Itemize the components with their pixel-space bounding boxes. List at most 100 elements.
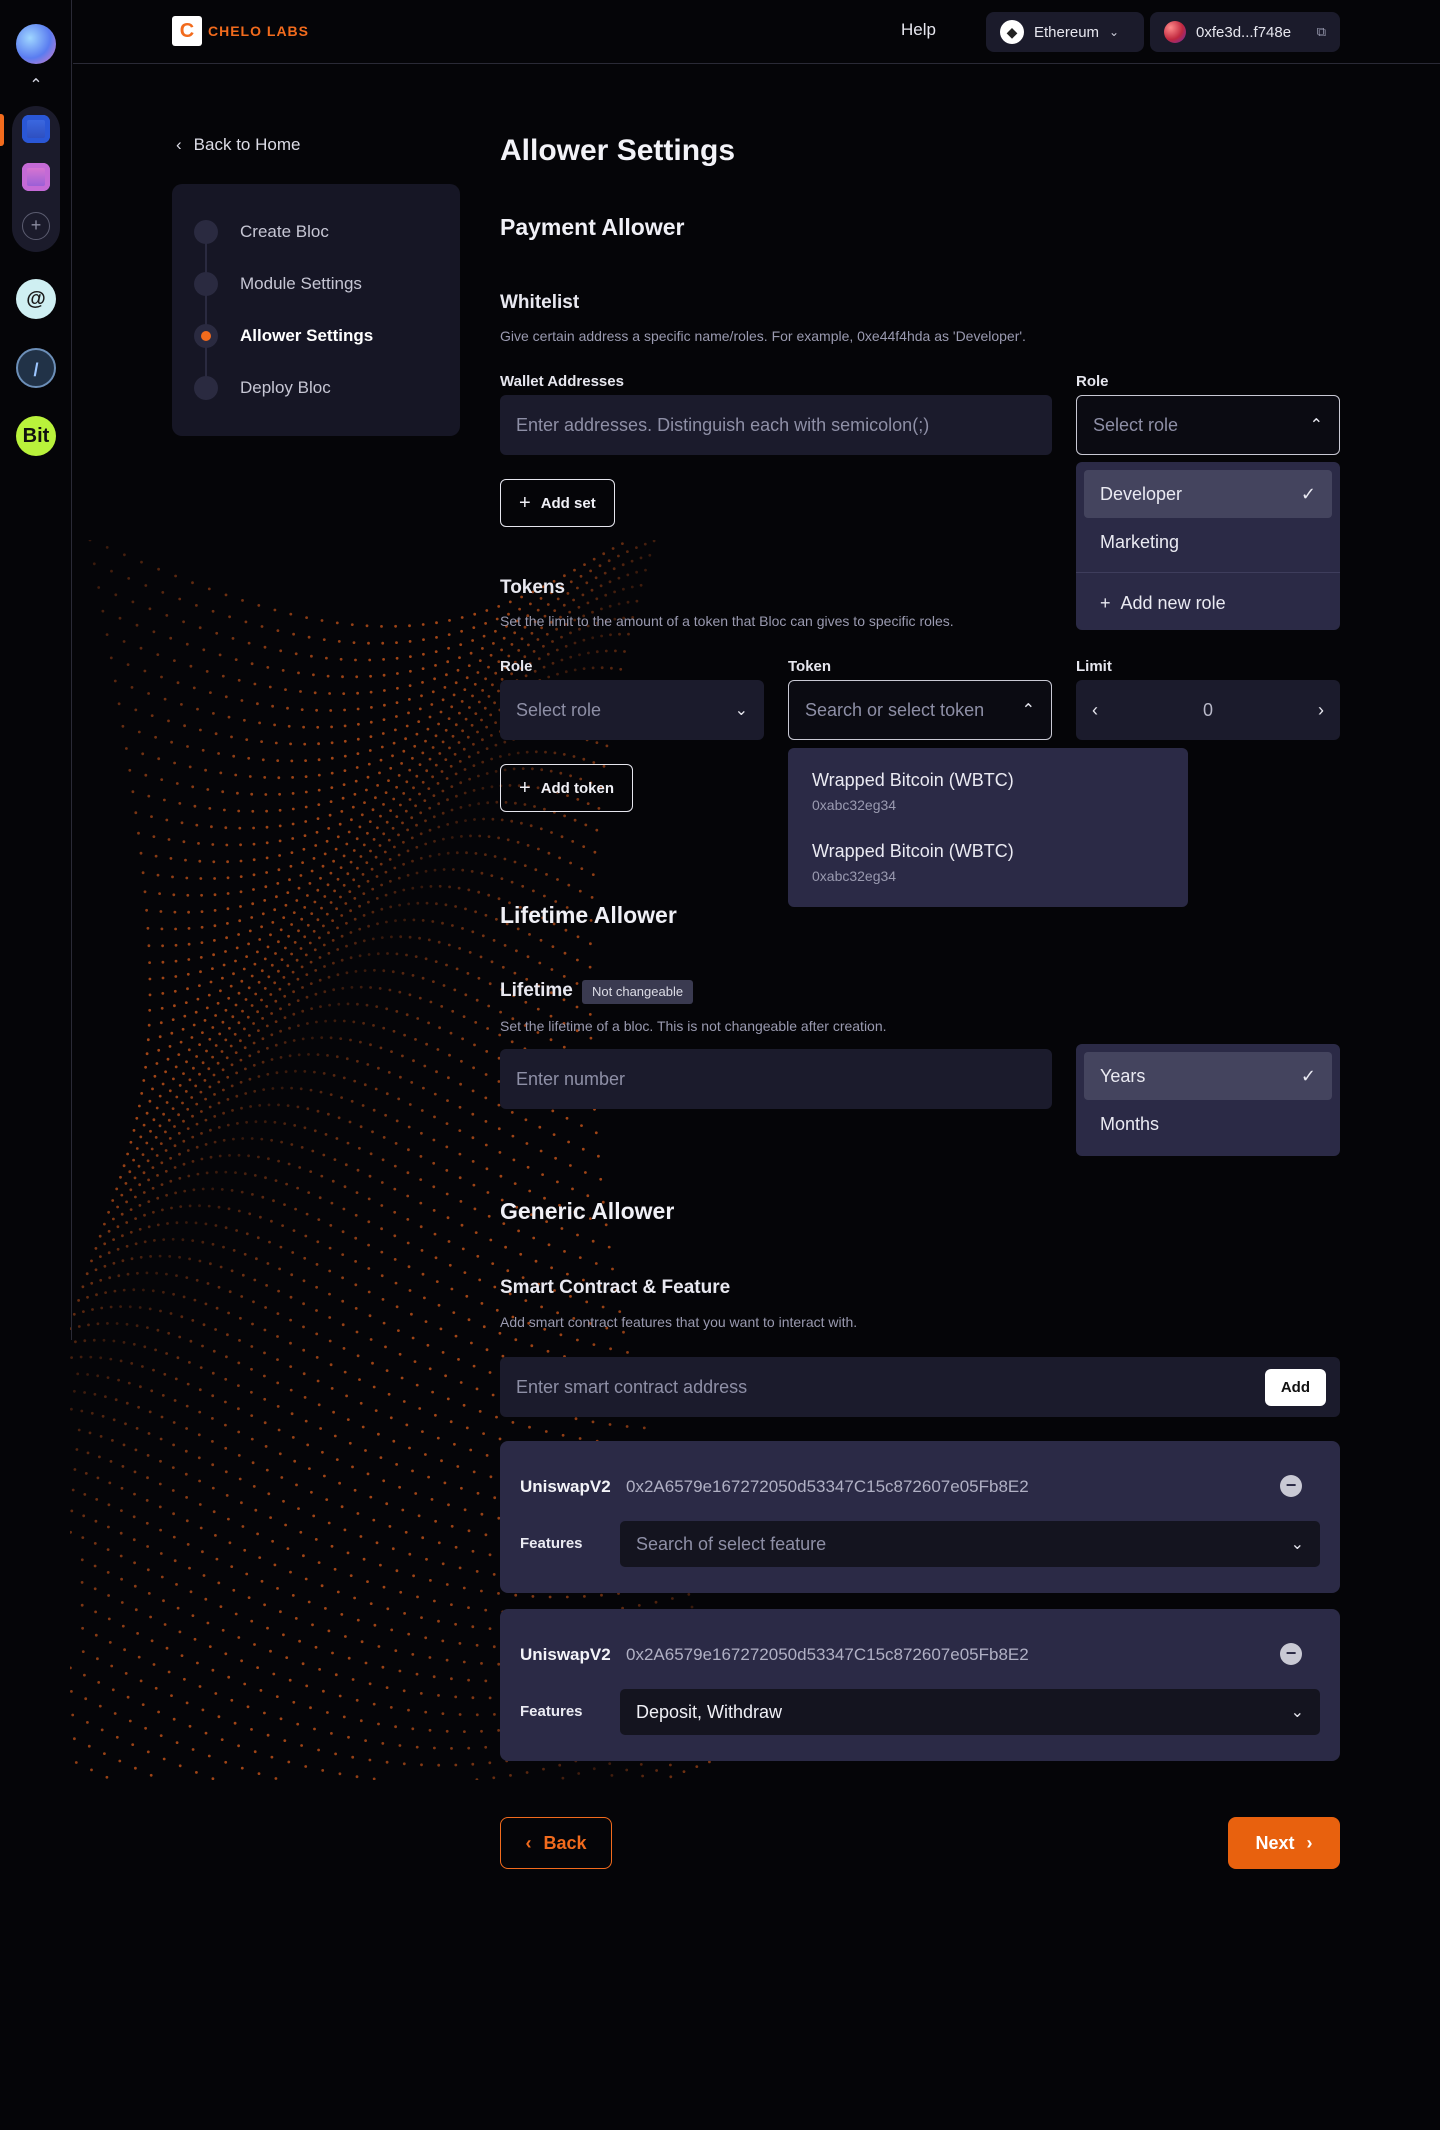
- token-label: Token: [788, 658, 832, 675]
- whitelist-role-select[interactable]: Select role ⌃: [1076, 395, 1340, 455]
- smart-contract-input[interactable]: Enter smart contract address Add: [500, 1357, 1340, 1417]
- lifetime-number-input[interactable]: Enter number: [500, 1049, 1052, 1109]
- chevron-left-icon: ‹: [176, 135, 182, 154]
- lifetime-description: Set the lifetime of a bloc. This is not …: [500, 1018, 887, 1034]
- add-token-label: Add token: [540, 779, 615, 797]
- lifetime-number-placeholder: Enter number: [516, 1068, 626, 1089]
- tokens-description: Set the limit to the amount of a token t…: [500, 613, 954, 629]
- role-option-marketing[interactable]: Marketing: [1084, 518, 1332, 566]
- token-option-name: Wrapped Bitcoin (WBTC): [812, 841, 1014, 861]
- rail-app-at-icon[interactable]: @: [16, 279, 56, 319]
- rail-add-icon[interactable]: +: [22, 212, 50, 240]
- add-contract-button[interactable]: Add: [1264, 1368, 1326, 1406]
- token-option-name: Wrapped Bitcoin (WBTC): [812, 770, 1014, 790]
- payment-allower-heading: Payment Allower: [500, 214, 685, 240]
- role-label: Role: [1076, 373, 1109, 390]
- rail-app-pink-icon[interactable]: [22, 163, 50, 191]
- plus-icon: +: [519, 491, 531, 514]
- back-label: Back: [543, 1832, 587, 1853]
- remove-minus-icon[interactable]: −: [1280, 1643, 1302, 1665]
- role-option-developer[interactable]: Developer ✓: [1084, 470, 1332, 518]
- rail-app-arbitrum-icon[interactable]: /: [16, 348, 56, 388]
- step-allower-settings[interactable]: Allower Settings: [194, 324, 373, 348]
- rail-active-marker: [0, 114, 4, 146]
- token-role-select[interactable]: Select role ⌄: [500, 680, 764, 740]
- rail-app-bit-icon[interactable]: Bit: [16, 416, 56, 456]
- back-to-home-label: Back to Home: [193, 135, 301, 154]
- add-token-button[interactable]: + Add token: [500, 764, 634, 812]
- copy-icon[interactable]: ⧉: [1317, 24, 1326, 40]
- tokens-title: Tokens: [500, 577, 566, 598]
- limit-stepper[interactable]: ‹ 0 ›: [1076, 680, 1340, 740]
- unit-option-label: Months: [1100, 1113, 1160, 1134]
- wallet-avatar: [1164, 21, 1186, 43]
- features-label: Features: [520, 1703, 583, 1720]
- rail-app-blue-icon[interactable]: [22, 115, 50, 143]
- back-button[interactable]: ‹ Back: [500, 1817, 612, 1869]
- brand-mark-icon: C: [172, 16, 202, 46]
- role-dropdown-menu: Developer ✓ Marketing + Add new role: [1076, 462, 1340, 630]
- token-option-address: 0xabc32eg34: [812, 797, 897, 813]
- increment-chevron-right-icon[interactable]: ›: [1318, 700, 1324, 721]
- chevron-down-icon: ⌄: [1290, 1704, 1304, 1721]
- contract-address: 0x2A6579e167272050d53347C15c872607e05Fb8…: [626, 1645, 1029, 1664]
- chevron-up-icon[interactable]: ⌃: [26, 76, 46, 96]
- contract-address: 0x2A6579e167272050d53347C15c872607e05Fb8…: [626, 1477, 1029, 1496]
- decrement-chevron-left-icon[interactable]: ‹: [1092, 700, 1098, 721]
- unit-option-months[interactable]: Months: [1084, 1100, 1332, 1148]
- help-link[interactable]: Help: [901, 20, 936, 40]
- network-selector[interactable]: ◆ Ethereum ⌄: [986, 12, 1144, 52]
- wallet-addresses-input[interactable]: Enter addresses. Distinguish each with s…: [500, 395, 1052, 455]
- remove-minus-icon[interactable]: −: [1280, 1475, 1302, 1497]
- lifetime-title: Lifetime: [500, 980, 573, 1001]
- chevron-right-icon: ›: [1306, 1832, 1313, 1853]
- token-dropdown-menu: Wrapped Bitcoin (WBTC) 0xabc32eg34 Wrapp…: [788, 748, 1188, 907]
- step-create-bloc[interactable]: Create Bloc: [194, 220, 329, 244]
- role-option-label: Developer: [1100, 483, 1183, 504]
- app-rail: ⌃ + @ / Bit: [0, 0, 72, 1340]
- next-button[interactable]: Next ›: [1228, 1817, 1340, 1869]
- page-title: Allower Settings: [500, 134, 736, 167]
- step-label: Allower Settings: [240, 326, 374, 345]
- whitelist-description: Give certain address a specific name/rol…: [500, 328, 1026, 344]
- step-label: Deploy Bloc: [240, 378, 331, 397]
- token-option[interactable]: Wrapped Bitcoin (WBTC) 0xabc32eg34: [796, 827, 1180, 898]
- step-deploy-bloc[interactable]: Deploy Bloc: [194, 376, 331, 400]
- brand-name: CHELO LABS: [208, 23, 309, 39]
- unit-option-label: Years: [1100, 1065, 1146, 1086]
- check-icon: ✓: [1300, 1065, 1316, 1086]
- dropdown-divider: [1076, 572, 1340, 573]
- progress-stepper: Create Bloc Module Settings Allower Sett…: [172, 184, 460, 436]
- step-module-settings[interactable]: Module Settings: [194, 272, 362, 296]
- features-select[interactable]: Search of select feature ⌄: [620, 1521, 1320, 1567]
- top-bar: C CHELO LABS Help ◆ Ethereum ⌄ 0xfe3d...…: [73, 0, 1440, 64]
- chevron-up-icon: ⌃: [1309, 417, 1323, 434]
- role-select-placeholder: Select role: [1093, 414, 1179, 435]
- back-to-home-link[interactable]: ‹ Back to Home: [176, 135, 300, 155]
- token-search-select[interactable]: Search or select token ⌃: [788, 680, 1052, 740]
- unit-option-years[interactable]: Years ✓: [1084, 1052, 1332, 1100]
- token-role-placeholder: Select role: [516, 699, 602, 720]
- not-changeable-badge: Not changeable: [582, 980, 694, 1004]
- step-dot: [194, 376, 218, 400]
- limit-label: Limit: [1076, 658, 1112, 675]
- features-select[interactable]: Deposit, Withdraw ⌄: [620, 1689, 1320, 1735]
- add-new-role-option[interactable]: + Add new role: [1084, 579, 1332, 627]
- chevron-down-icon: ⌄: [1109, 25, 1120, 39]
- rail-logo-icon[interactable]: [16, 24, 56, 64]
- smart-contract-placeholder: Enter smart contract address: [516, 1376, 748, 1397]
- step-label: Module Settings: [240, 274, 362, 293]
- wallet-button[interactable]: 0xfe3d...f748e ⧉: [1150, 12, 1340, 52]
- smart-contract-description: Add smart contract features that you wan…: [500, 1314, 858, 1330]
- token-option[interactable]: Wrapped Bitcoin (WBTC) 0xabc32eg34: [796, 756, 1180, 827]
- check-icon: ✓: [1300, 483, 1316, 504]
- brand-logo[interactable]: C CHELO LABS: [172, 16, 309, 46]
- features-label: Features: [520, 1535, 583, 1552]
- plus-icon: +: [519, 776, 531, 799]
- chevron-left-icon: ‹: [525, 1832, 532, 1853]
- wallet-addresses-label: Wallet Addresses: [500, 373, 624, 390]
- step-dot: [194, 272, 218, 296]
- role-option-label: Marketing: [1100, 531, 1180, 552]
- lifetime-unit-dropdown: Years ✓ Months: [1076, 1044, 1340, 1156]
- add-set-button[interactable]: + Add set: [500, 479, 615, 527]
